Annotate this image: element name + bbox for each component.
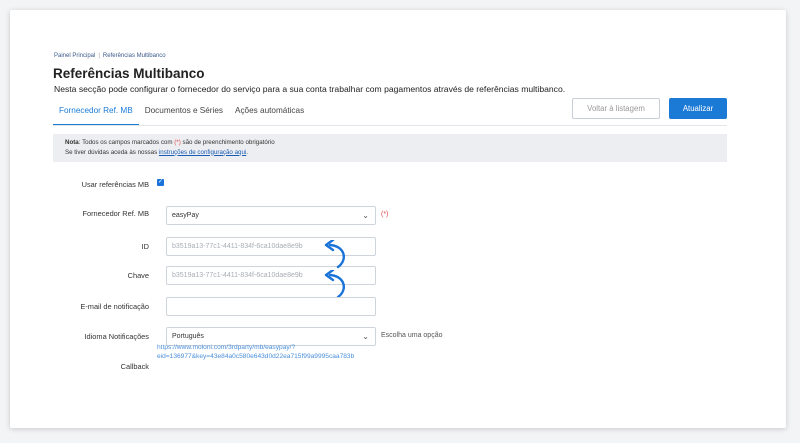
breadcrumb-home-link[interactable]: Painel Principal	[54, 53, 95, 59]
tab-documents-series[interactable]: Documentos e Séries	[139, 98, 229, 126]
callback-url-line-1: https://www.moloni.com/3rdparty/mb/easyp…	[157, 344, 296, 351]
notice-period: .	[246, 148, 249, 156]
provider-required-mark: (*)	[381, 211, 389, 218]
tab-provider[interactable]: Fornecedor Ref. MB	[53, 98, 139, 126]
page-title: Referências Multibanco	[53, 66, 205, 81]
tab-bar: Fornecedor Ref. MB Documentos e Séries A…	[53, 98, 310, 126]
key-label: Chave	[127, 271, 149, 280]
id-label: ID	[141, 242, 149, 251]
callback-label: Callback	[120, 362, 149, 371]
update-button[interactable]: Atualizar	[669, 98, 727, 119]
notice-line-1: Nota: Todos os campos marcados com (*) s…	[65, 138, 727, 148]
breadcrumb-separator: |	[98, 53, 100, 59]
curved-arrow-icon	[324, 270, 346, 299]
language-label: Idioma Notificações	[84, 332, 150, 341]
provider-select-value: easyPay	[172, 212, 199, 219]
notice-box: Nota: Todos os campos marcados com (*) s…	[53, 134, 727, 162]
provider-label: Fornecedor Ref. MB	[82, 209, 149, 218]
chevron-down-icon: ⌄	[362, 332, 369, 341]
use-mb-label: Usar referências MB	[81, 180, 149, 189]
notification-email-field[interactable]	[166, 297, 376, 316]
notice-help-text: Se tiver dúvidas aceda às nossas	[65, 148, 159, 156]
notice-text-end: são de preenchimento obrigatório	[180, 139, 275, 146]
instructions-link[interactable]: instruções de configuração aqui	[159, 149, 246, 156]
use-mb-checkbox[interactable]: ✓	[157, 179, 164, 186]
callback-url-line-2: eid=136977&key=43e84a0c580e643d0d22ea715…	[157, 353, 355, 360]
language-select-value: Português	[172, 333, 204, 340]
breadcrumb: Painel Principal | Referências Multibanco	[54, 53, 166, 59]
provider-select[interactable]: easyPay ⌄	[166, 206, 376, 225]
email-label: E-mail de notificação	[80, 302, 149, 311]
tabs-divider	[53, 125, 727, 126]
page-subtitle: Nesta secção pode configurar o fornecedo…	[54, 84, 566, 94]
breadcrumb-current: Referências Multibanco	[102, 53, 166, 59]
curved-arrow-icon	[324, 240, 346, 269]
notice-line-2: Se tiver dúvidas aceda às nossas instruç…	[65, 148, 727, 158]
chevron-down-icon: ⌄	[362, 211, 369, 220]
back-to-list-button[interactable]: Voltar à listagem	[572, 98, 660, 119]
tab-automatic-actions[interactable]: Ações automáticas	[229, 98, 310, 126]
notice-text: : Todos os campos marcados com	[78, 139, 175, 146]
callback-url-link[interactable]: https://www.moloni.com/3rdparty/mb/easyp…	[157, 343, 354, 361]
notice-note-label: Nota	[65, 139, 79, 146]
language-hint: Escolha uma opção	[381, 332, 443, 339]
